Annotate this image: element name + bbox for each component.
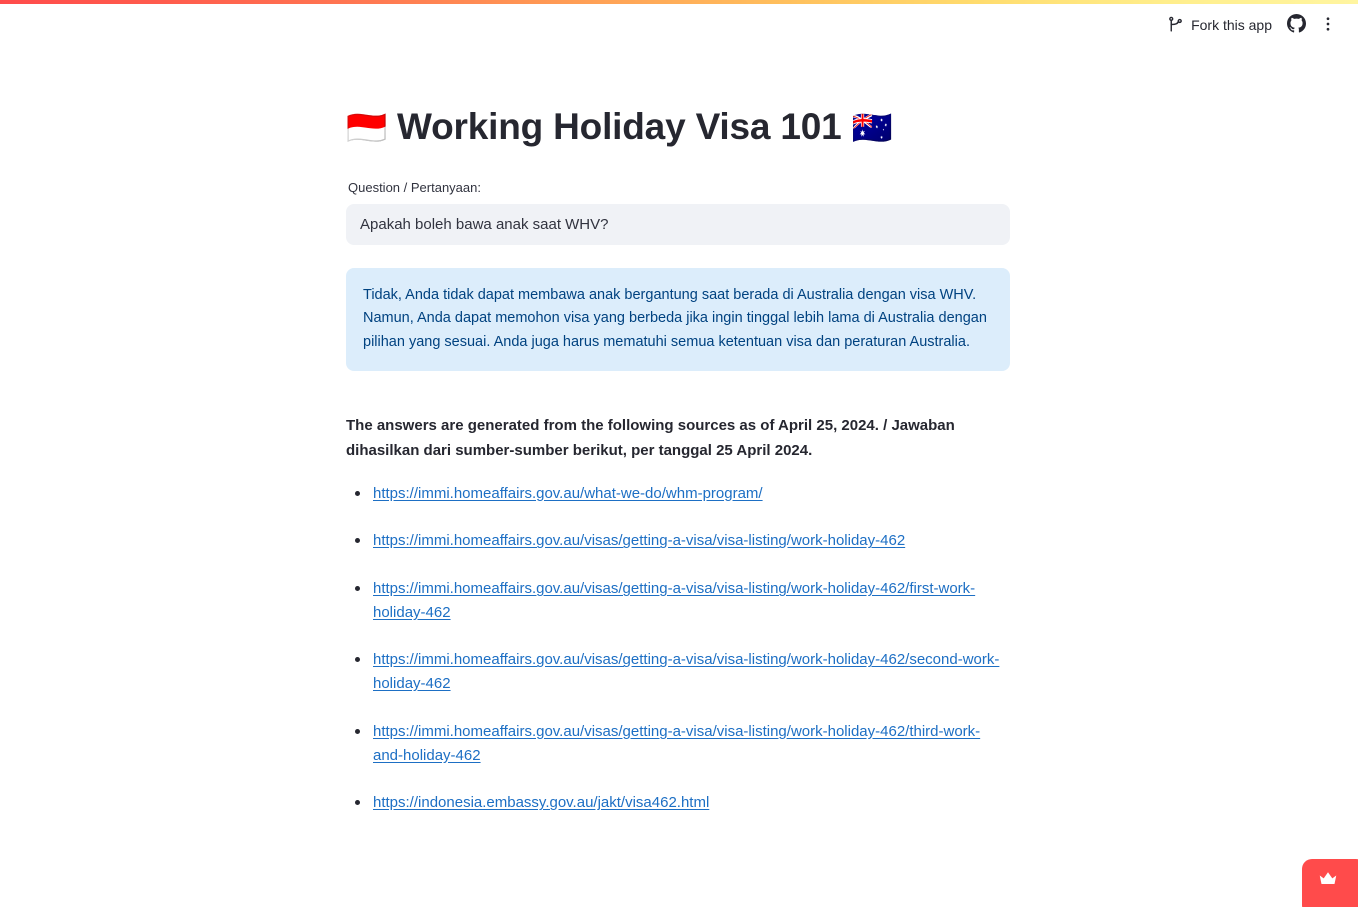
answer-info-box: Tidak, Anda tidak dapat membawa anak ber…	[346, 267, 1010, 372]
source-link[interactable]: https://immi.homeaffairs.gov.au/visas/ge…	[373, 580, 975, 621]
main-content: 🇮🇩 Working Holiday Visa 101 🇦🇺 Question …	[346, 96, 1010, 839]
fork-this-app-button[interactable]: Fork this app	[1159, 11, 1280, 40]
page-title-text: Working Holiday Visa 101	[397, 106, 842, 147]
list-item: https://immi.homeaffairs.gov.au/visas/ge…	[355, 648, 1010, 695]
fork-this-app-label: Fork this app	[1191, 17, 1272, 33]
question-input-label: Question / Pertanyaan:	[348, 180, 481, 196]
github-link-button[interactable]	[1280, 9, 1312, 41]
source-link[interactable]: https://immi.homeaffairs.gov.au/visas/ge…	[373, 723, 980, 764]
kebab-menu-icon	[1319, 15, 1337, 36]
list-item: https://indonesia.embassy.gov.au/jakt/vi…	[355, 791, 1010, 815]
source-link[interactable]: https://immi.homeaffairs.gov.au/visas/ge…	[373, 651, 999, 692]
sources-link-list: https://immi.homeaffairs.gov.au/what-we-…	[346, 482, 1010, 815]
list-item: https://immi.homeaffairs.gov.au/visas/ge…	[355, 720, 1010, 767]
indonesia-flag-icon: 🇮🇩	[346, 108, 387, 147]
git-fork-icon	[1167, 16, 1184, 35]
app-root: Fork this app 🇮🇩 Working Holiday Visa 10…	[0, 0, 1358, 907]
app-toolbar: Fork this app	[1159, 4, 1358, 46]
source-link[interactable]: https://indonesia.embassy.gov.au/jakt/vi…	[373, 794, 709, 811]
top-gradient-bar	[0, 0, 1358, 4]
page-title: 🇮🇩 Working Holiday Visa 101 🇦🇺	[346, 96, 1010, 162]
manage-app-badge-button[interactable]	[1302, 859, 1358, 907]
list-item: https://immi.homeaffairs.gov.au/visas/ge…	[355, 529, 1010, 553]
list-item: https://immi.homeaffairs.gov.au/visas/ge…	[355, 577, 1010, 624]
github-icon	[1286, 14, 1306, 36]
list-item: https://immi.homeaffairs.gov.au/what-we-…	[355, 482, 1010, 506]
question-input[interactable]	[346, 203, 1010, 245]
sources-heading: The answers are generated from the follo…	[346, 417, 955, 459]
main-menu-button[interactable]	[1312, 9, 1344, 41]
source-link[interactable]: https://immi.homeaffairs.gov.au/what-we-…	[373, 485, 763, 502]
crown-icon	[1319, 871, 1347, 903]
australia-flag-icon: 🇦🇺	[851, 108, 893, 147]
source-link[interactable]: https://immi.homeaffairs.gov.au/visas/ge…	[373, 532, 905, 549]
